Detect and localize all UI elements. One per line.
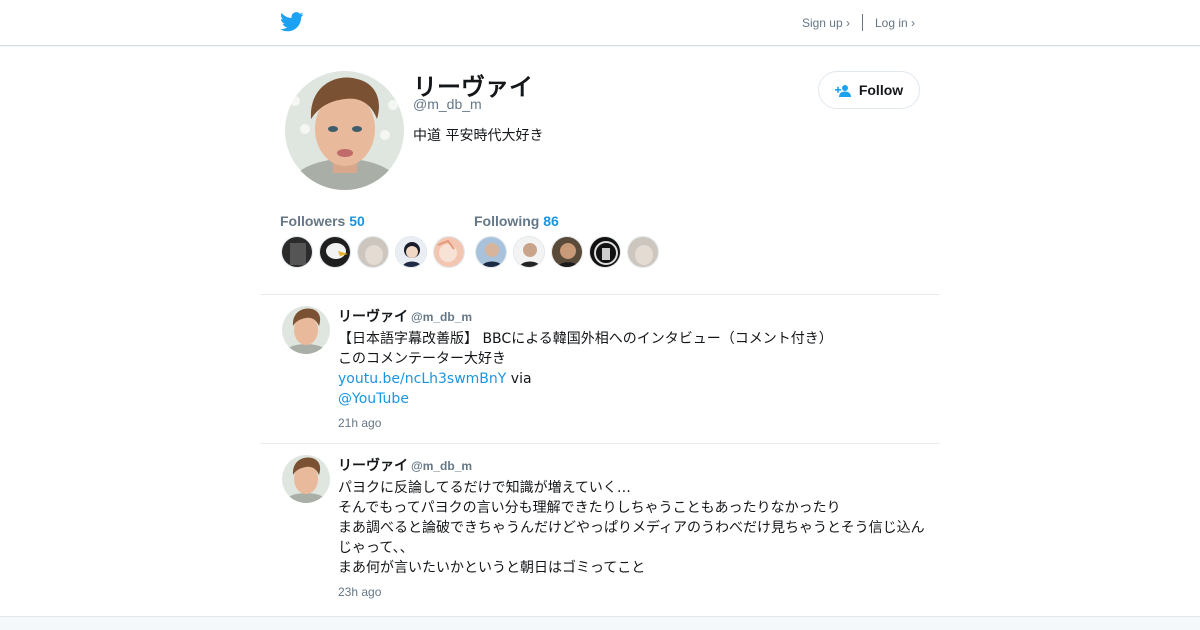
login-link[interactable]: Log in ›	[875, 16, 915, 30]
tweet-timestamp[interactable]: 23h ago	[338, 585, 381, 599]
tweet-text-line: 【日本語字幕改善版】 BBCによる韓国外相へのインタビュー（コメント付き）	[338, 331, 833, 347]
tweet[interactable]: リーヴァイ @m_db_m パヨクに反論してるだけで知識が増えていく… そんでもっ…	[280, 455, 940, 605]
followers-count: 50	[349, 213, 365, 229]
follower-avatar[interactable]	[395, 236, 427, 268]
following-avatar[interactable]	[551, 236, 583, 268]
follow-button[interactable]: Follow	[818, 71, 920, 109]
tweet[interactable]: リーヴァイ @m_db_m 【日本語字幕改善版】 BBCによる韓国外相へのインタビ…	[280, 306, 940, 436]
followers-label: Followers	[280, 213, 346, 229]
tweet-text-line: まあ何が言いたいかというと朝日はゴミってこと	[338, 560, 646, 576]
signup-link[interactable]: Sign up ›	[802, 16, 850, 30]
following-avatar[interactable]	[475, 236, 507, 268]
tweet-avatar[interactable]	[282, 455, 330, 503]
following-avatar[interactable]	[513, 236, 545, 268]
following-stat[interactable]: Following 86	[474, 213, 559, 229]
tweet-avatar[interactable]	[282, 306, 330, 354]
tweet-header: リーヴァイ @m_db_m	[338, 455, 472, 475]
following-avatar[interactable]	[627, 236, 659, 268]
following-label: Following	[474, 213, 540, 229]
tweet-mention[interactable]: @YouTube	[338, 389, 938, 409]
tweet-text: 【日本語字幕改善版】 BBCによる韓国外相へのインタビュー（コメント付き） この…	[338, 329, 938, 409]
follow-button-label: Follow	[858, 82, 904, 98]
top-bar: Sign up › Log in ›	[0, 0, 1200, 46]
divider	[260, 443, 940, 444]
tweet-author-handle[interactable]: @m_db_m	[411, 459, 472, 473]
profile-handle: @m_db_m	[413, 96, 482, 112]
tweet-header: リーヴァイ @m_db_m	[338, 306, 472, 326]
tweet-text-line: じゃって、、	[338, 540, 414, 556]
twitter-bird-icon[interactable]	[280, 11, 304, 33]
tweet-text-line: そんでもってパヨクの言い分も理解できたりしちゃうこともあったりなかったり	[338, 500, 841, 516]
tweet-author-name[interactable]: リーヴァイ	[338, 458, 408, 474]
tweet-via-text: via	[506, 371, 532, 387]
follower-avatar[interactable]	[357, 236, 389, 268]
profile-bio: 中道 平安時代大好き	[413, 128, 544, 144]
tweet-text-line: パヨクに反論してるだけで知識が増えていく…	[338, 480, 631, 496]
divider	[260, 294, 940, 295]
tweet-timestamp[interactable]: 21h ago	[338, 416, 381, 430]
followers-avatars	[281, 236, 465, 268]
following-avatar[interactable]	[589, 236, 621, 268]
following-count: 86	[543, 213, 559, 229]
profile-card: リーヴァイ @m_db_m 中道 平安時代大好き Follow Follower…	[0, 47, 1200, 617]
tweet-link[interactable]: youtu.be/ncLh3swmBnY	[338, 371, 506, 387]
add-user-icon	[834, 84, 851, 97]
tweet-text-line: このコメンテーター大好き	[338, 351, 506, 367]
tweet-author-name[interactable]: リーヴァイ	[338, 309, 408, 325]
followers-stat[interactable]: Followers 50	[280, 213, 365, 229]
auth-divider	[861, 14, 863, 31]
profile-avatar[interactable]	[285, 71, 404, 190]
follower-avatar[interactable]	[433, 236, 465, 268]
tweet-text-line: まあ調べると論破できちゃうんだけどやっぱりメディアのうわべだけ見ちゃうとそう信じ…	[338, 520, 925, 536]
tweet-author-handle[interactable]: @m_db_m	[411, 310, 472, 324]
follower-avatar[interactable]	[319, 236, 351, 268]
follower-avatar[interactable]	[281, 236, 313, 268]
following-avatars	[475, 236, 659, 268]
tweet-text: パヨクに反論してるだけで知識が増えていく… そんでもってパヨクの言い分も理解でき…	[338, 478, 938, 578]
auth-links: Sign up › Log in ›	[802, 14, 915, 31]
